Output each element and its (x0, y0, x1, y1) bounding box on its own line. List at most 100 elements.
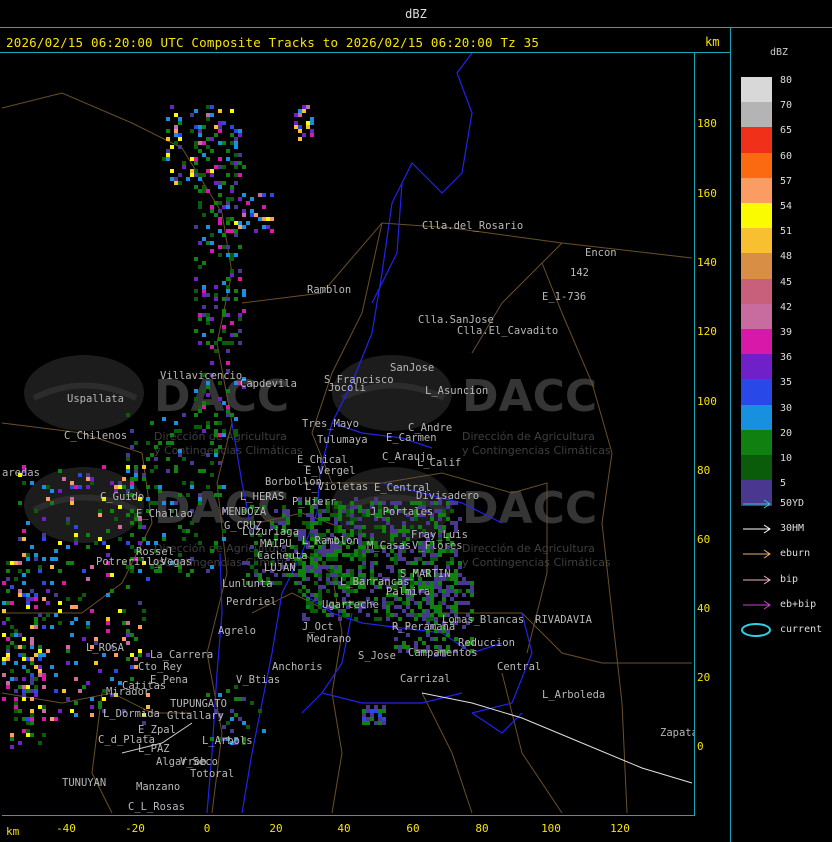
echo-pixel (82, 593, 86, 597)
echo-pixel (218, 445, 222, 449)
echo-pixel (394, 557, 398, 561)
echo-pixel (330, 553, 334, 557)
echo-pixel (242, 165, 246, 169)
echo-pixel (222, 433, 226, 437)
echo-pixel (458, 565, 462, 569)
echo-pixel (242, 225, 246, 229)
echo-pixel (374, 705, 378, 709)
echo-pixel (354, 549, 358, 553)
echo-pixel (394, 501, 398, 505)
echo-pixel (202, 469, 206, 473)
echo-pixel (334, 577, 338, 581)
echo-pixel (430, 597, 434, 601)
echo-pixel (362, 513, 366, 517)
place-label: E_Challao (136, 508, 193, 520)
echo-pixel (394, 613, 398, 617)
echo-pixel (198, 501, 202, 505)
echo-pixel (434, 553, 438, 557)
echo-pixel (226, 253, 230, 257)
echo-pixel (230, 229, 234, 233)
echo-pixel (354, 505, 358, 509)
echo-pixel (242, 721, 246, 725)
echo-pixel (126, 621, 130, 625)
echo-pixel (2, 609, 6, 613)
echo-pixel (318, 569, 322, 573)
echo-pixel (218, 253, 222, 257)
echo-pixel (314, 573, 318, 577)
echo-pixel (310, 117, 314, 121)
echo-pixel (182, 537, 186, 541)
echo-pixel (194, 185, 198, 189)
track-legend-item: current (740, 623, 830, 637)
echo-pixel (286, 517, 290, 521)
echo-pixel (398, 605, 402, 609)
echo-pixel (398, 553, 402, 557)
echo-pixel (110, 509, 114, 513)
echo-pixel (26, 569, 30, 573)
echo-pixel (210, 361, 214, 365)
echo-pixel (338, 525, 342, 529)
echo-pixel (418, 581, 422, 585)
echo-pixel (198, 313, 202, 317)
echo-pixel (22, 637, 26, 641)
echo-pixel (310, 521, 314, 525)
legend-separator (730, 28, 731, 842)
echo-pixel (34, 509, 38, 513)
radar-map[interactable]: DACCDirección de Agriculturay Contingenc… (2, 53, 695, 816)
place-label: Villavicencio (160, 370, 242, 382)
place-label: S_MARTIN (400, 568, 451, 580)
echo-pixel (166, 457, 170, 461)
echo-pixel (110, 677, 114, 681)
echo-pixel (178, 145, 182, 149)
echo-pixel (298, 509, 302, 513)
echo-pixel (66, 561, 70, 565)
echo-pixel (38, 669, 42, 673)
echo-pixel (26, 669, 30, 673)
radar-map-canvas[interactable]: DACCDirección de Agriculturay Contingenc… (2, 53, 694, 815)
place-label: Tulumaya (317, 434, 368, 446)
echo-pixel (226, 245, 230, 249)
echo-pixel (90, 477, 94, 481)
echo-pixel (162, 417, 166, 421)
echo-pixel (10, 561, 14, 565)
echo-pixel (338, 529, 342, 533)
place-label: Jocoli (328, 382, 366, 394)
place-label: TUPUNGATO (170, 698, 227, 710)
echo-pixel (358, 569, 362, 573)
echo-pixel (370, 565, 374, 569)
echo-pixel (414, 561, 418, 565)
echo-pixel (230, 217, 234, 221)
echo-pixel (6, 577, 10, 581)
echo-pixel (354, 517, 358, 521)
echo-pixel (58, 469, 62, 473)
echo-pixel (370, 569, 374, 573)
echo-pixel (210, 209, 214, 213)
echo-pixel (42, 685, 46, 689)
echo-pixel (358, 549, 362, 553)
echo-pixel (70, 633, 74, 637)
y-tick-label: 20 (697, 671, 711, 684)
echo-pixel (22, 581, 26, 585)
echo-pixel (406, 613, 410, 617)
echo-pixel (58, 709, 62, 713)
echo-pixel (226, 173, 230, 177)
echo-pixel (306, 597, 310, 601)
echo-pixel (42, 537, 46, 541)
echo-pixel (426, 613, 430, 617)
echo-pixel (14, 705, 18, 709)
echo-pixel (210, 329, 214, 333)
echo-pixel (194, 425, 198, 429)
place-label: Totoral (190, 768, 234, 780)
echo-pixel (114, 517, 118, 521)
echo-pixel (182, 161, 186, 165)
echo-pixel (310, 609, 314, 613)
y-axis-unit: km (705, 35, 720, 49)
echo-pixel (338, 569, 342, 573)
echo-pixel (206, 225, 210, 229)
echo-pixel (14, 633, 18, 637)
echo-pixel (226, 201, 230, 205)
echo-pixel (42, 597, 46, 601)
echo-pixel (346, 509, 350, 513)
echo-pixel (218, 485, 222, 489)
echo-pixel (174, 469, 178, 473)
